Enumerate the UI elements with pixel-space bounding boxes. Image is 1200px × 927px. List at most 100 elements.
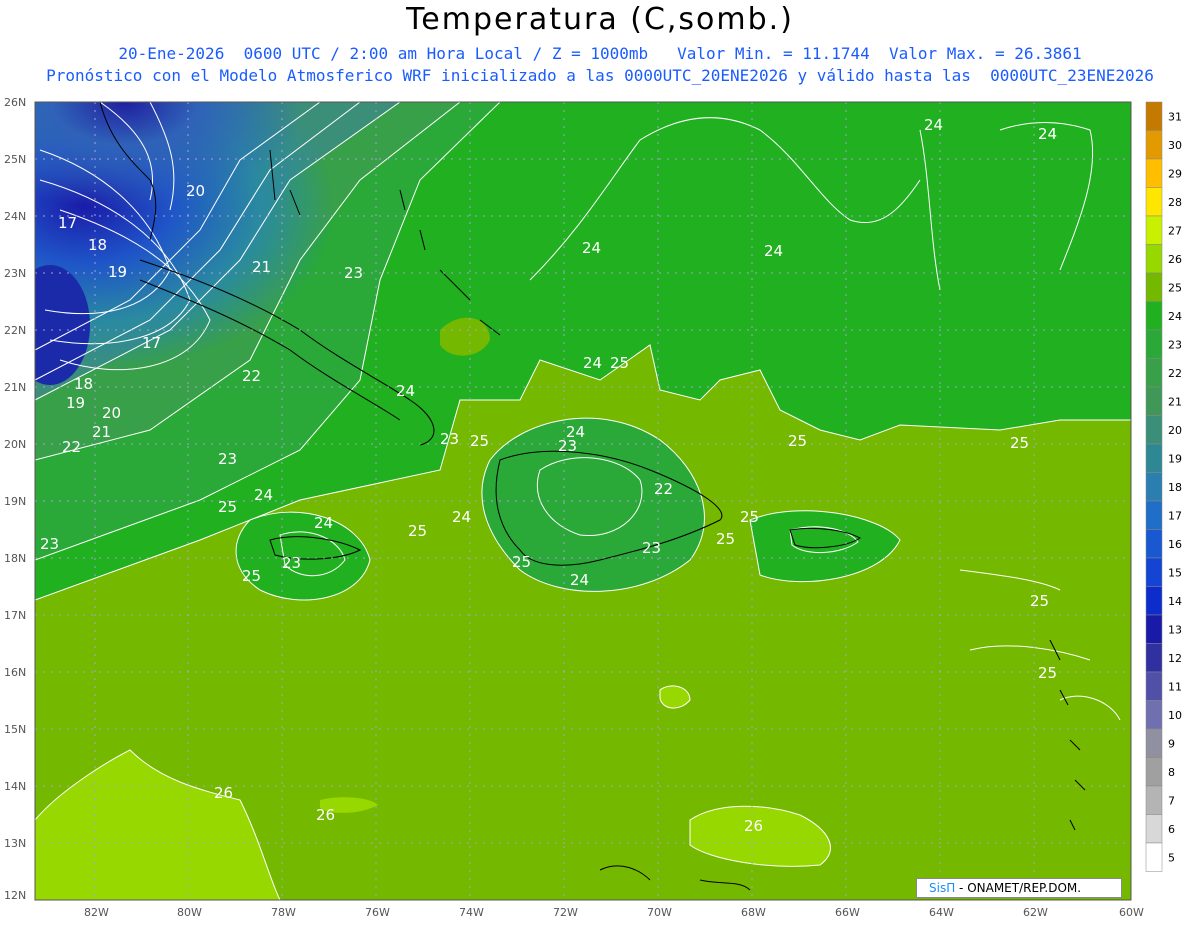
colorbar-swatch	[1145, 472, 1163, 502]
lat-label: 17N	[4, 609, 26, 622]
colorbar-swatch	[1145, 586, 1163, 616]
colorbar-swatch	[1145, 415, 1163, 445]
colorbar-label: 29	[1168, 167, 1182, 180]
contour-label: 22	[62, 438, 81, 456]
lon-label: 60W	[1119, 906, 1144, 919]
lon-label: 68W	[741, 906, 766, 919]
contour-label: 25	[218, 498, 237, 516]
colorbar-swatch	[1145, 215, 1163, 245]
contour-label: 23	[558, 437, 577, 455]
colorbar-swatch	[1145, 386, 1163, 416]
contour-label: 23	[218, 450, 237, 468]
lon-label: 66W	[835, 906, 860, 919]
contour-label: 18	[88, 236, 107, 254]
colorbar-swatch	[1145, 728, 1163, 758]
contour-label: 21	[252, 258, 271, 276]
colorbar-swatch	[1145, 101, 1163, 131]
contour-label: 21	[92, 423, 111, 441]
colorbar-swatch	[1145, 557, 1163, 587]
lon-label: 76W	[365, 906, 390, 919]
colorbar-label: 19	[1168, 452, 1182, 465]
lat-label: 19N	[4, 495, 26, 508]
lat-label: 18N	[4, 552, 26, 565]
map-field: 17 18 19 20 21 23 17 18 19 20 21 22 22 2…	[35, 102, 1131, 900]
contour-label: 24	[924, 116, 943, 134]
colorbar-label: 5	[1168, 851, 1175, 864]
contour-label: 25	[1038, 664, 1057, 682]
contour-label: 25	[408, 522, 427, 540]
contour-label: 18	[74, 375, 93, 393]
colorbar-label: 25	[1168, 281, 1182, 294]
contour-label: 26	[744, 817, 763, 835]
contour-label: 25	[1030, 592, 1049, 610]
contour-label: 17	[58, 214, 77, 232]
colorbar-label: 26	[1168, 253, 1182, 266]
contour-label: 23	[282, 554, 301, 572]
contour-label: 20	[186, 182, 205, 200]
colorbar-swatch	[1145, 301, 1163, 331]
contour-label: 23	[344, 264, 363, 282]
colorbar-swatch	[1145, 329, 1163, 359]
colorbar-label: 8	[1168, 766, 1175, 779]
lat-label: 14N	[4, 780, 26, 793]
colorbar-label: 9	[1168, 737, 1175, 750]
contour-label: 25	[242, 567, 261, 585]
contour-label: 20	[102, 404, 121, 422]
colorbar-swatch	[1145, 529, 1163, 559]
colorbar-label: 14	[1168, 595, 1182, 608]
contour-label: 24	[583, 354, 602, 372]
lat-label: 13N	[4, 837, 26, 850]
contour-label: 25	[470, 432, 489, 450]
latitude-axis: 26N 25N 24N 23N 22N 21N 20N 19N 18N 17N …	[4, 96, 26, 902]
contour-label: 24	[764, 242, 783, 260]
lat-label: 22N	[4, 324, 26, 337]
colorbar-label: 13	[1168, 623, 1182, 636]
colorbar-label: 31	[1168, 110, 1182, 123]
contour-label: 25	[740, 508, 759, 526]
lon-label: 62W	[1023, 906, 1048, 919]
colorbar-label: 10	[1168, 709, 1182, 722]
colorbar-swatch	[1145, 187, 1163, 217]
contour-label: 24	[582, 239, 601, 257]
lat-label: 12N	[4, 889, 26, 902]
colorbar-swatch	[1145, 671, 1163, 701]
colorbar-label: 22	[1168, 367, 1182, 380]
colorbar-label: 12	[1168, 652, 1182, 665]
contour-label: 25	[788, 432, 807, 450]
contour-label: 23	[440, 430, 459, 448]
lon-label: 72W	[553, 906, 578, 919]
contour-label: 19	[66, 394, 85, 412]
colorbar-swatch	[1145, 158, 1163, 188]
lon-label: 74W	[459, 906, 484, 919]
contour-label: 22	[242, 367, 261, 385]
colorbar-swatch	[1145, 272, 1163, 302]
colorbar-label: 28	[1168, 196, 1182, 209]
colorbar-swatch	[1145, 785, 1163, 815]
lon-label: 70W	[647, 906, 672, 919]
colorbar-label: 6	[1168, 823, 1175, 836]
contour-label: 24	[396, 382, 415, 400]
lon-label: 80W	[177, 906, 202, 919]
colorbar-swatch	[1145, 757, 1163, 787]
colorbar-swatch	[1145, 814, 1163, 844]
colorbar-label: 17	[1168, 509, 1182, 522]
contour-label: 24	[254, 486, 273, 504]
credit-text: - ONAMET/REP.DOM.	[955, 881, 1082, 895]
colorbar-label: 16	[1168, 538, 1182, 551]
contour-label: 22	[654, 480, 673, 498]
colorbar-swatch	[1145, 443, 1163, 473]
lat-label: 15N	[4, 723, 26, 736]
lat-label: 16N	[4, 666, 26, 679]
lat-label: 25N	[4, 153, 26, 166]
contour-label: 25	[512, 553, 531, 571]
longitude-axis: 82W 80W 78W 76W 74W 72W 70W 68W 66W 64W …	[84, 906, 1144, 919]
credit-box: SisΠ - ONAMET/REP.DOM.	[916, 878, 1122, 898]
colorbar-label: 23	[1168, 338, 1182, 351]
colorbar-label: 15	[1168, 566, 1182, 579]
contour-label: 24	[570, 571, 589, 589]
colorbar-label: 18	[1168, 481, 1182, 494]
credit-brand: SisΠ	[929, 881, 956, 895]
contour-label: 19	[108, 263, 127, 281]
contour-label: 25	[1010, 434, 1029, 452]
contour-label: 24	[1038, 125, 1057, 143]
